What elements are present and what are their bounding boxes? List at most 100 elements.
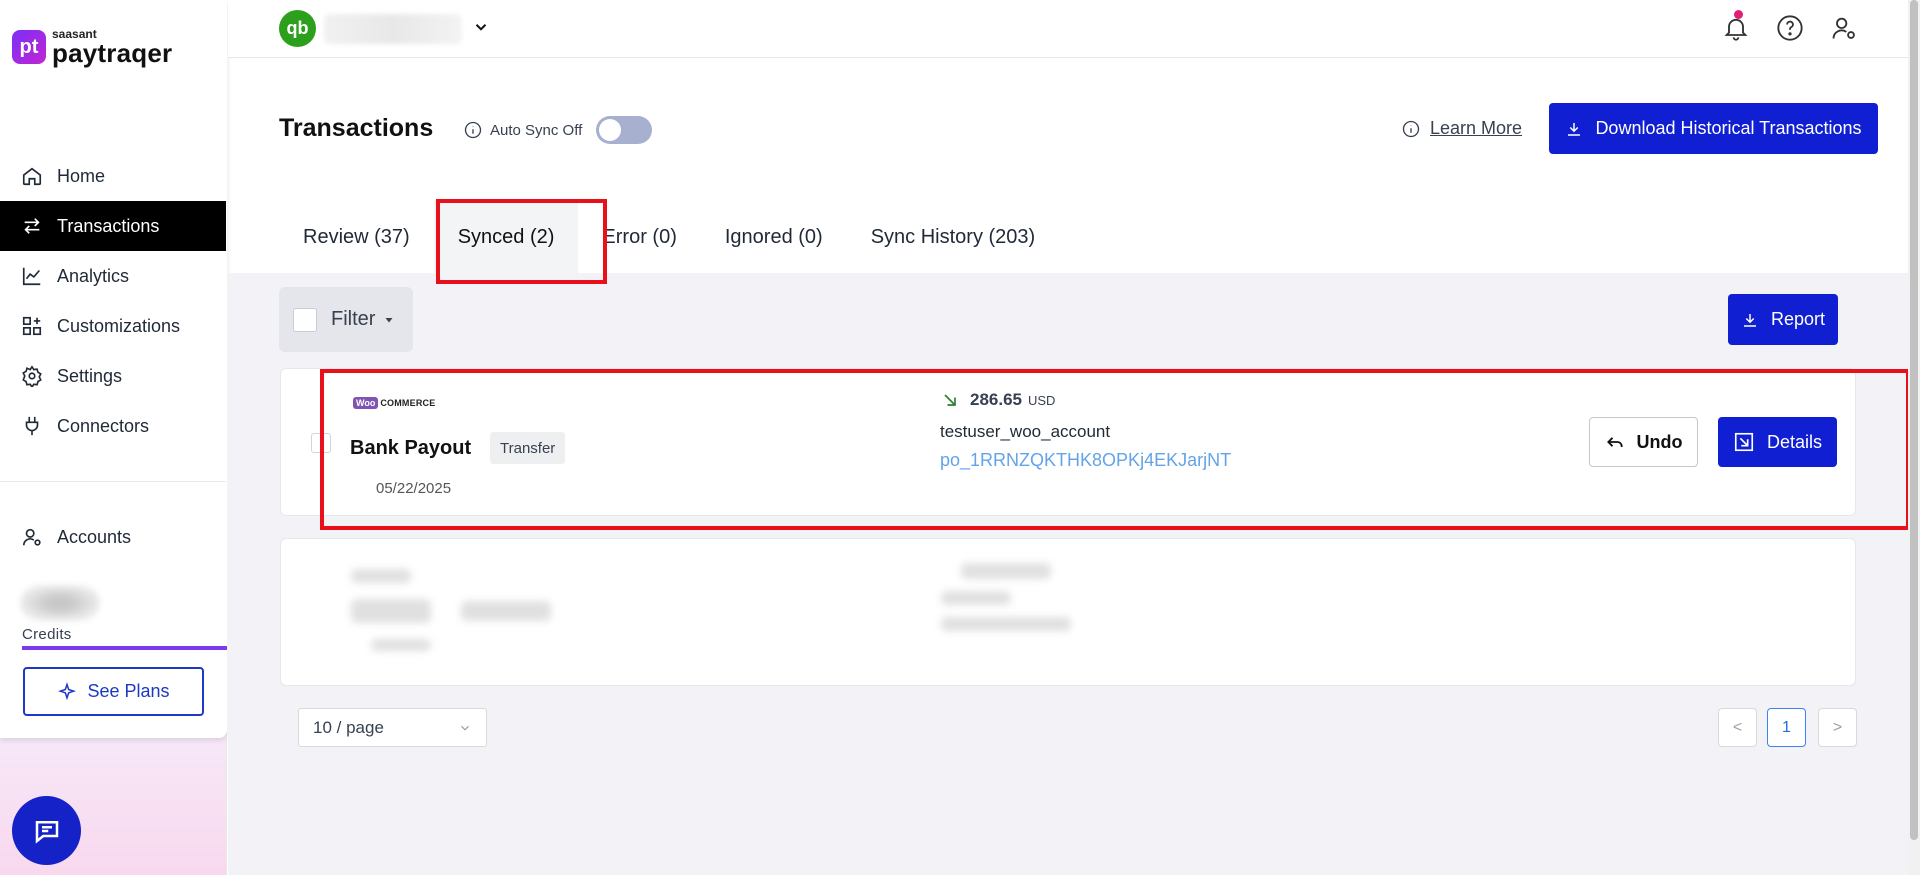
see-plans-label: See Plans <box>87 681 170 701</box>
undo-label: Undo <box>1636 431 1683 452</box>
undo-icon <box>1606 437 1623 447</box>
info-icon <box>464 121 482 139</box>
grid-plus-icon <box>22 316 42 336</box>
external-arrow-icon <box>1734 432 1754 452</box>
notifications-button[interactable] <box>1720 10 1752 46</box>
sidebar-item-accounts[interactable]: Accounts <box>0 512 226 562</box>
credits-progress-bar <box>22 646 227 650</box>
credits-value-blurred <box>20 585 100 621</box>
chevron-down-icon <box>461 725 469 731</box>
chat-icon <box>35 820 58 844</box>
download-icon <box>1743 313 1756 327</box>
blur-block <box>351 599 431 623</box>
sidebar: pt saasant paytraqer Home Transactions A… <box>0 0 227 875</box>
blur-block <box>351 569 411 583</box>
transfer-icon <box>24 218 40 234</box>
page-title: Transactions <box>279 114 434 142</box>
details-button[interactable]: Details <box>1718 417 1837 467</box>
tab-error[interactable]: Error (0) <box>578 200 700 274</box>
transaction-amount: 286.65 <box>970 390 1022 409</box>
sidebar-item-label: Settings <box>57 365 123 386</box>
page-1-button[interactable]: 1 <box>1767 708 1806 747</box>
sidebar-item-customizations[interactable]: Customizations <box>0 301 226 351</box>
sidebar-item-label: Home <box>57 165 106 186</box>
transaction-type-badge: Transfer <box>490 432 566 464</box>
sidebar-item-home[interactable]: Home <box>0 151 226 201</box>
plug-icon <box>25 416 39 436</box>
page-size-value: 10 / page <box>313 717 384 737</box>
arrow-down-right-icon <box>944 394 956 406</box>
sparkle-icon <box>58 681 77 700</box>
learn-more-link[interactable]: Learn More <box>1430 118 1522 139</box>
blur-block <box>371 639 431 651</box>
auto-sync-label: Auto Sync Off <box>490 121 583 139</box>
sidebar-nav: Home Transactions Analytics Customizatio… <box>0 151 226 451</box>
see-plans-button[interactable]: See Plans <box>23 667 204 716</box>
app-logo[interactable]: pt saasant paytraqer <box>12 28 172 66</box>
chat-support-button[interactable] <box>12 796 81 865</box>
filter-button[interactable]: Filter <box>331 308 395 331</box>
blur-block <box>941 591 1011 605</box>
select-all-checkbox[interactable] <box>293 307 317 332</box>
transaction-card-blurred <box>280 538 1856 686</box>
chevron-down-icon[interactable] <box>472 18 490 41</box>
tab-synced[interactable]: Synced (2) <box>433 200 579 274</box>
sidebar-item-label: Connectors <box>57 415 150 436</box>
home-icon <box>22 167 42 186</box>
woo-text: COMMERCE <box>380 398 436 408</box>
sidebar-item-settings[interactable]: Settings <box>0 351 226 401</box>
sidebar-item-label: Accounts <box>57 526 132 547</box>
tab-ignored[interactable]: Ignored (0) <box>701 200 847 274</box>
account-settings-button[interactable] <box>1828 10 1860 46</box>
logo-big-text: paytraqer <box>52 38 173 68</box>
auto-sync-toggle[interactable] <box>596 116 653 144</box>
undo-button[interactable]: Undo <box>1589 417 1698 467</box>
transaction-date: 05/22/2025 <box>376 480 452 497</box>
credits-label: Credits <box>22 626 72 643</box>
tab-review[interactable]: Review (37) <box>279 200 434 274</box>
sidebar-item-label: Analytics <box>57 265 130 286</box>
page-size-select[interactable]: 10 / page <box>298 708 487 747</box>
report-label: Report <box>1770 309 1826 329</box>
company-name-blurred[interactable] <box>324 14 462 44</box>
sidebar-divider <box>0 481 226 482</box>
details-label: Details <box>1766 431 1823 452</box>
payout-id-link[interactable]: po_1RRNZQKTHK8OPKj4EKJarjNT <box>940 450 1231 471</box>
account-name: testuser_woo_account <box>940 422 1111 441</box>
next-page-button[interactable]: > <box>1818 708 1857 747</box>
auto-sync-control: Auto Sync Off <box>464 116 653 144</box>
report-button[interactable]: Report <box>1728 294 1838 345</box>
sidebar-item-connectors[interactable]: Connectors <box>0 401 226 451</box>
sidebar-accounts: Accounts <box>0 512 226 562</box>
row-checkbox[interactable] <box>311 433 331 453</box>
transaction-title: Bank Payout <box>350 437 472 459</box>
user-gear-icon <box>22 528 41 546</box>
top-actions <box>1720 10 1860 46</box>
top-bar: qb <box>228 0 1908 58</box>
amount-row: 286.65 USD <box>940 390 1055 410</box>
sidebar-item-analytics[interactable]: Analytics <box>0 251 226 301</box>
tab-sync-history[interactable]: Sync History (203) <box>847 200 1060 274</box>
prev-page-button[interactable]: < <box>1718 708 1757 747</box>
gear-icon <box>22 365 42 387</box>
info-icon <box>1402 120 1420 137</box>
help-button[interactable] <box>1774 10 1806 46</box>
learn-more: Learn More <box>1402 118 1522 139</box>
blur-block <box>941 617 1071 631</box>
blur-block <box>961 563 1051 579</box>
logo-text: saasant paytraqer <box>52 28 172 66</box>
quickbooks-logo: qb <box>279 10 316 47</box>
notification-dot <box>1734 10 1743 19</box>
chart-line-icon <box>22 267 41 286</box>
help-icon <box>1777 15 1803 41</box>
sidebar-item-transactions[interactable]: Transactions <box>0 201 226 251</box>
download-icon <box>1568 122 1581 136</box>
tabs: Review (37) Synced (2) Error (0) Ignored… <box>279 200 1059 274</box>
filter-control: Filter <box>279 287 413 352</box>
transaction-currency: USD <box>1028 392 1056 408</box>
sidebar-item-label: Transactions <box>57 215 160 236</box>
logo-mark: pt <box>12 30 46 64</box>
woo-badge: Woo <box>353 397 379 409</box>
scrollbar-thumb[interactable] <box>1910 0 1918 840</box>
download-historical-transactions-button[interactable]: Download Historical Transactions <box>1549 103 1878 154</box>
